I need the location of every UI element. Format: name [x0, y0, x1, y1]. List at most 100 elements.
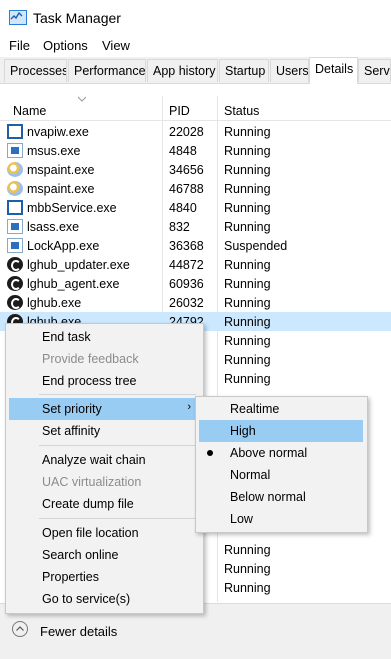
menu-item-end-task[interactable]: End task: [9, 326, 199, 348]
paint-icon: [7, 162, 23, 177]
logitech-icon: [7, 276, 23, 291]
process-status: Running: [224, 258, 271, 272]
tab-startup[interactable]: Startup: [219, 59, 269, 82]
process-status: Running: [224, 581, 271, 595]
column-headers: Name PID Status: [0, 96, 391, 121]
process-status: Suspended: [224, 239, 288, 253]
table-row[interactable]: lghub_updater.exe 44872 Running: [0, 255, 391, 274]
menu-item-set-priority[interactable]: Set priority ›: [9, 398, 199, 420]
title-bar: Task Manager: [0, 0, 391, 36]
process-pid: 22028: [169, 125, 204, 139]
priority-realtime[interactable]: Realtime: [199, 398, 363, 420]
process-name: mspaint.exe: [27, 163, 95, 177]
process-status: Running: [224, 334, 271, 348]
table-row[interactable]: mspaint.exe 34656 Running: [0, 160, 391, 179]
menu-separator: [39, 445, 196, 446]
window-icon: [7, 200, 23, 215]
process-pid: 832: [169, 220, 190, 234]
process-status: Running: [224, 296, 271, 310]
menu-item-set-affinity[interactable]: Set affinity: [9, 420, 199, 442]
process-name: mbbService.exe: [27, 201, 117, 215]
app-icon: [7, 219, 23, 234]
priority-normal[interactable]: Normal: [199, 464, 363, 486]
menu-item-provide-feedback: Provide feedback: [42, 352, 139, 366]
process-pid: 60936: [169, 277, 204, 291]
process-pid: 4848: [169, 144, 197, 158]
process-status: Running: [224, 372, 271, 386]
process-status: Running: [224, 144, 271, 158]
process-status: Running: [224, 315, 271, 329]
table-row[interactable]: mbbService.exe 4840 Running: [0, 198, 391, 217]
column-header-name[interactable]: Name: [13, 104, 46, 118]
tab-users[interactable]: Users: [270, 59, 309, 82]
tab-services[interactable]: Servic: [358, 59, 391, 82]
process-pid: 26032: [169, 296, 204, 310]
chevron-up-icon[interactable]: [12, 621, 28, 637]
process-status: Running: [224, 201, 271, 215]
process-pid: 44872: [169, 258, 204, 272]
tab-processes[interactable]: Processes: [4, 59, 67, 82]
process-status: Running: [224, 163, 271, 177]
table-row[interactable]: lghub.exe 26032 Running: [0, 293, 391, 312]
tab-details[interactable]: Details: [309, 57, 358, 84]
process-name: lsass.exe: [27, 220, 80, 234]
table-row[interactable]: mspaint.exe 46788 Running: [0, 179, 391, 198]
process-name: mspaint.exe: [27, 182, 95, 196]
table-row[interactable]: LockApp.exe 36368 Suspended: [0, 236, 391, 255]
menu-item-properties[interactable]: Properties: [9, 566, 199, 588]
priority-low[interactable]: Low: [199, 508, 363, 530]
process-status: Running: [224, 353, 271, 367]
process-pid: 34656: [169, 163, 204, 177]
window-title: Task Manager: [33, 10, 121, 26]
menu-item-search-online[interactable]: Search online: [9, 544, 199, 566]
table-row[interactable]: lghub_agent.exe 60936 Running: [0, 274, 391, 293]
priority-high[interactable]: High: [199, 420, 363, 442]
process-name: lghub_updater.exe: [27, 258, 130, 272]
process-status: Running: [224, 277, 271, 291]
menu-item-end-process-tree[interactable]: End process tree: [9, 370, 199, 392]
priority-above-normal[interactable]: Above normal: [199, 442, 363, 464]
column-header-pid[interactable]: PID: [169, 104, 190, 118]
table-row[interactable]: nvapiw.exe 22028 Running: [0, 122, 391, 141]
menu-item-analyze-wait-chain[interactable]: Analyze wait chain: [9, 449, 199, 471]
logitech-icon: [7, 257, 23, 272]
table-row[interactable]: lsass.exe 832 Running: [0, 217, 391, 236]
menu-view[interactable]: View: [102, 38, 130, 53]
menu-item-uac-virtualization: UAC virtualization: [42, 475, 142, 489]
tab-performance[interactable]: Performance: [68, 59, 146, 82]
logitech-icon: [7, 295, 23, 310]
process-name: lghub_agent.exe: [27, 277, 120, 291]
task-manager-icon: [9, 10, 27, 25]
menu-item-go-to-services[interactable]: Go to service(s): [9, 588, 199, 610]
process-status: Running: [224, 125, 271, 139]
priority-below-normal[interactable]: Below normal: [199, 486, 363, 508]
process-name: msus.exe: [27, 144, 81, 158]
process-pid: 4840: [169, 201, 197, 215]
process-name: nvapiw.exe: [27, 125, 89, 139]
menu-item-open-file-location[interactable]: Open file location: [9, 522, 199, 544]
process-status: Running: [224, 543, 271, 557]
app-icon: [7, 238, 23, 253]
process-name: lghub.exe: [27, 296, 82, 310]
paint-icon: [7, 181, 23, 196]
column-header-status[interactable]: Status: [224, 104, 259, 118]
process-name: LockApp.exe: [27, 239, 100, 253]
window-icon: [7, 124, 23, 139]
menu-separator: [39, 518, 196, 519]
process-status: Running: [224, 182, 271, 196]
menu-bar: File Options View: [0, 36, 391, 56]
tab-app-history[interactable]: App history: [147, 59, 218, 82]
table-row[interactable]: msus.exe 4848 Running: [0, 141, 391, 160]
tab-strip: Processes Performance App history Startu…: [0, 57, 391, 84]
selected-dot-icon: [207, 450, 213, 456]
priority-submenu: Realtime High Above normal Normal Below …: [195, 396, 368, 533]
menu-file[interactable]: File: [9, 38, 30, 53]
menu-item-create-dump-file[interactable]: Create dump file: [9, 493, 199, 515]
process-pid: 36368: [169, 239, 204, 253]
menu-options[interactable]: Options: [43, 38, 88, 53]
process-status: Running: [224, 562, 271, 576]
app-icon: [7, 143, 23, 158]
menu-separator: [39, 394, 196, 395]
process-status: Running: [224, 220, 271, 234]
fewer-details-link[interactable]: Fewer details: [40, 624, 117, 639]
